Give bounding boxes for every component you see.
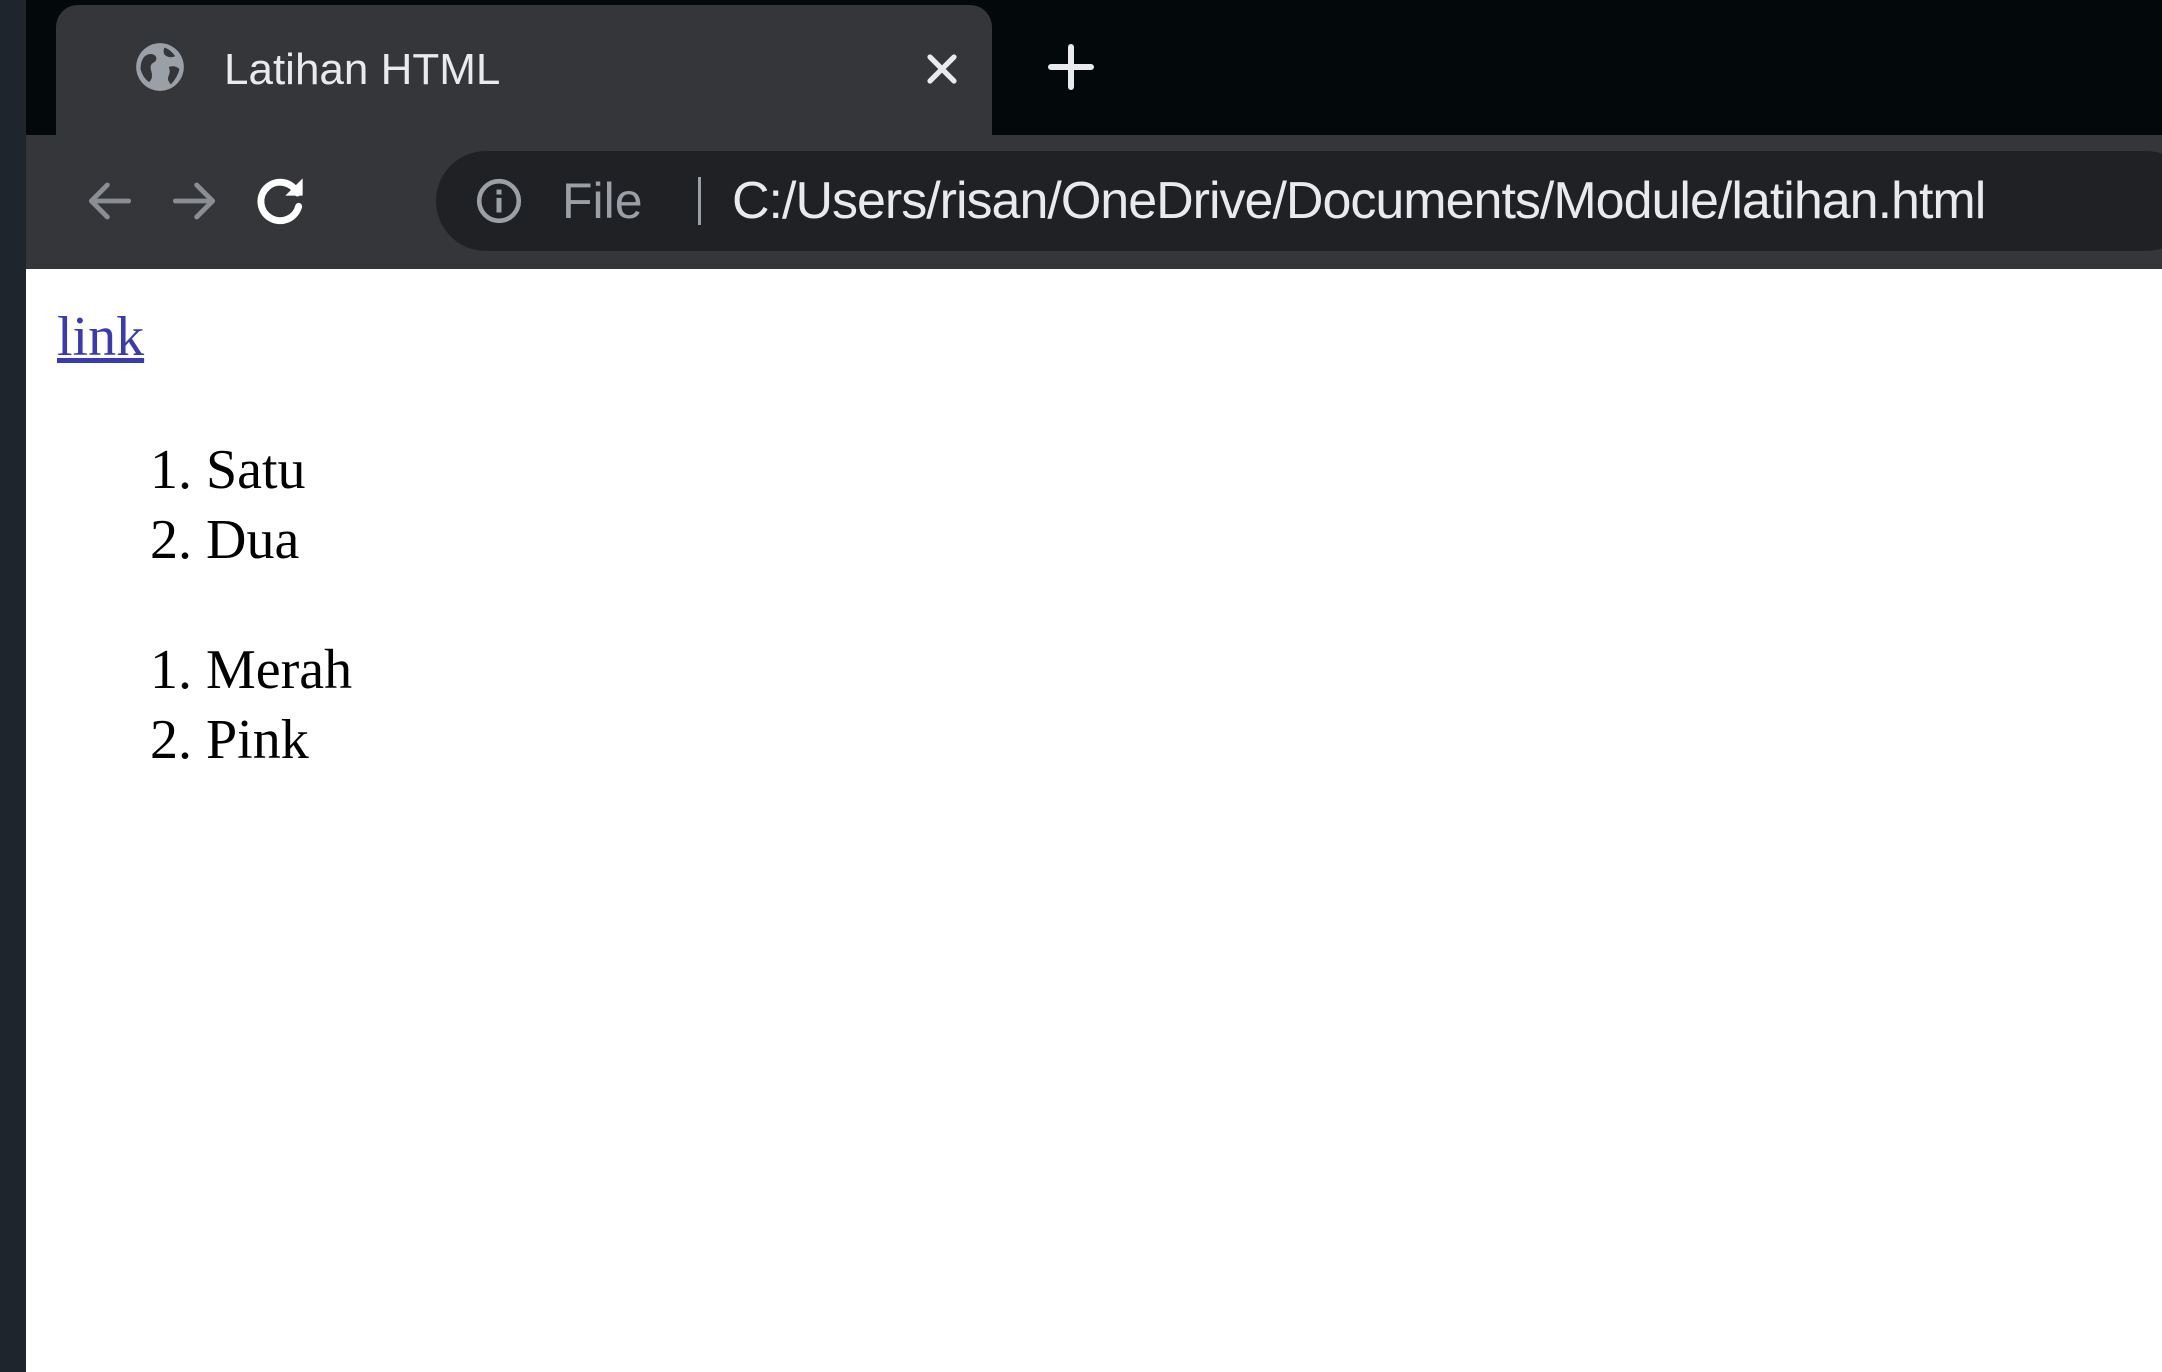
tab-latihan-html[interactable]: Latihan HTML [56,5,992,135]
tab-strip: Latihan HTML [26,0,2162,135]
omnibox-divider [698,177,701,225]
desktop-edge [0,0,26,1372]
page-content: link Satu Dua Merah Pink [26,269,2162,1372]
arrow-left-icon[interactable] [78,169,142,233]
list-item: Dua [206,505,306,575]
plus-icon[interactable] [1046,42,1096,92]
scheme-label: File [562,173,643,229]
list-item: Pink [206,705,352,775]
globe-icon [136,43,184,91]
list-item: Merah [206,635,352,705]
ordered-list-2: Merah Pink [26,635,352,775]
list-item: Satu [206,435,306,505]
ordered-list-1: Satu Dua [26,435,306,575]
arrow-right-icon[interactable] [162,169,226,233]
info-icon[interactable] [474,176,524,226]
tab-title: Latihan HTML [224,45,501,94]
reload-icon[interactable] [248,169,312,233]
url-text[interactable]: C:/Users/risan/OneDrive/Documents/Module… [732,175,1986,227]
browser-toolbar: File C:/Users/risan/OneDrive/Documents/M… [26,135,2162,269]
page-link[interactable]: link [57,305,144,369]
browser-window: Latihan HTML File C:/Users/risan/OneDriv… [26,0,2162,1372]
close-icon[interactable] [922,49,962,89]
address-bar[interactable]: File C:/Users/risan/OneDrive/Documents/M… [436,151,2162,251]
